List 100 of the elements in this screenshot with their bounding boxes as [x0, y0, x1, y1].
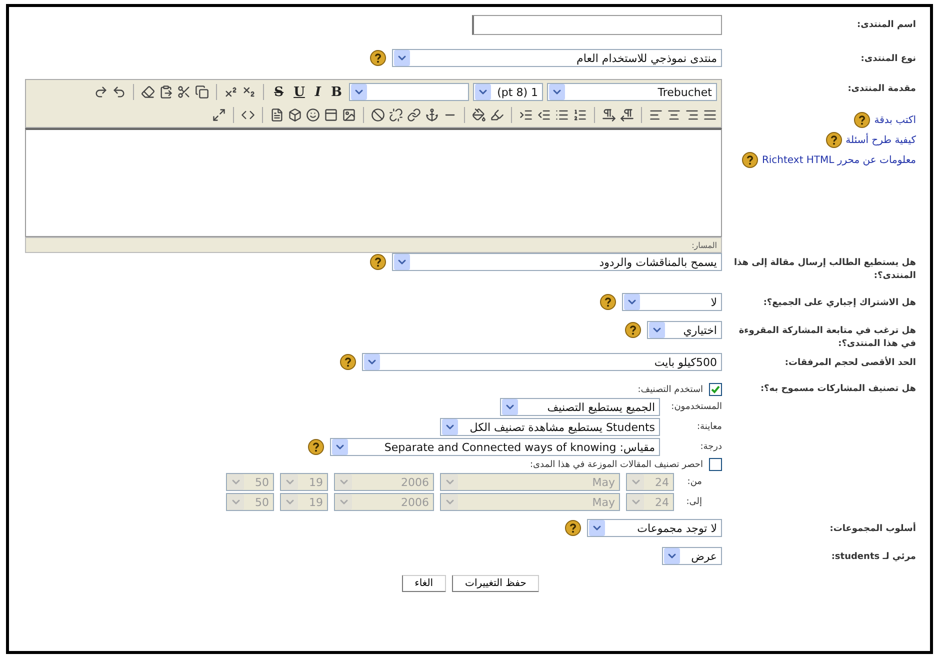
cube-icon[interactable]	[288, 108, 302, 122]
scissors-icon[interactable]	[177, 85, 192, 99]
field-label: هل تصنيف المشاركات مسموح به؟:	[759, 383, 917, 396]
caret-icon	[475, 84, 491, 100]
field-label: هل الاشتراك إجباري على الجميع؟:	[762, 297, 917, 310]
caret-icon	[628, 474, 644, 490]
form-button[interactable]: الغاء	[402, 575, 446, 592]
format-button[interactable]: S	[271, 84, 287, 100]
pilcrow-left-icon[interactable]	[620, 108, 634, 122]
caret-icon	[394, 254, 410, 270]
dropdown[interactable]: 1 (8 pt)	[473, 83, 543, 101]
format-button[interactable]: I	[312, 84, 324, 100]
input-field[interactable]	[472, 15, 722, 35]
caret-icon	[332, 439, 348, 455]
help-icon[interactable]	[826, 132, 842, 148]
help-icon[interactable]	[370, 50, 386, 66]
image-icon[interactable]	[342, 108, 356, 122]
subscript-icon[interactable]	[242, 85, 256, 99]
field-label: نوع المنتدى:	[860, 53, 917, 66]
help-icon[interactable]	[600, 294, 616, 310]
caret-icon	[442, 494, 458, 510]
caret-icon	[589, 520, 605, 536]
format-button[interactable]: B	[328, 84, 345, 100]
form-button[interactable]: حفظ التغييرات	[452, 575, 540, 592]
caret-icon	[442, 474, 458, 490]
text-editor[interactable]	[25, 128, 722, 237]
paint-bucket-icon[interactable]	[472, 108, 486, 122]
indent-icon[interactable]	[519, 108, 533, 122]
dropdown[interactable]: منتدى نموذجي للاستخدام العام	[392, 49, 722, 67]
field-label: مقدمة المنتدى:	[846, 83, 917, 96]
caret-icon	[228, 494, 244, 510]
dropdown[interactable]: 500كيلو بايت	[362, 353, 722, 371]
align-center-icon[interactable]	[667, 108, 681, 122]
dropdown[interactable]: الجميع يستطيع التصنيف	[500, 398, 660, 416]
caret-icon	[364, 354, 380, 370]
code-icon[interactable]	[241, 108, 255, 122]
window-icon[interactable]	[324, 108, 338, 122]
document-icon[interactable]	[270, 108, 284, 122]
caret-icon	[282, 494, 298, 510]
undo-icon[interactable]	[112, 85, 126, 99]
help-icon[interactable]	[625, 322, 641, 338]
dropdown[interactable]: لا	[622, 293, 722, 311]
checkbox[interactable]	[709, 458, 722, 471]
align-justify-icon[interactable]	[703, 108, 717, 122]
field-label: أسلوب المجموعات:	[828, 521, 917, 536]
checkbox[interactable]	[709, 383, 722, 396]
option-label: درجة:	[699, 442, 722, 452]
maximize-icon[interactable]	[212, 108, 226, 122]
caret-icon	[502, 399, 518, 415]
bullet-list-icon[interactable]	[555, 108, 569, 122]
redo-icon[interactable]	[94, 85, 108, 99]
caret-icon	[549, 84, 565, 100]
help-icon[interactable]	[742, 152, 758, 168]
caret-icon	[664, 548, 680, 564]
help-link[interactable]: اكتب بدقة	[874, 114, 916, 126]
caret-icon	[351, 84, 367, 100]
caret-icon	[336, 474, 352, 490]
caret-icon	[442, 419, 458, 435]
field-label: هل ترغب في متابعة المشاركة المقروءة في هذا المنتدى؟:	[738, 325, 917, 352]
date-label: إلى:	[685, 497, 702, 507]
dropdown[interactable]: لا توجد مجموعات	[587, 519, 722, 537]
help-icon[interactable]	[340, 354, 356, 370]
help-icon[interactable]	[308, 439, 324, 455]
caret-icon	[394, 50, 410, 66]
align-left-icon[interactable]	[649, 108, 663, 122]
field-label: مرئي لـ students:	[830, 551, 917, 564]
align-right-icon[interactable]	[685, 108, 699, 122]
copy-icon[interactable]	[195, 85, 210, 99]
outdent-icon[interactable]	[537, 108, 551, 122]
link-icon[interactable]	[407, 108, 421, 122]
dropdown[interactable]: Trebuchet	[547, 83, 717, 101]
caret-icon	[228, 474, 244, 490]
dropdown[interactable]: Students يستطيع مشاهدة تصنيف الكل	[440, 418, 660, 436]
help-icon[interactable]	[565, 520, 581, 536]
dropdown[interactable]: عرض	[662, 547, 722, 565]
help-icon[interactable]	[370, 254, 386, 270]
caret-icon	[628, 494, 644, 510]
eraser-icon[interactable]	[141, 85, 156, 99]
smiley-icon[interactable]	[306, 108, 320, 122]
format-button[interactable]: U	[290, 84, 308, 100]
path-label: المسار:	[692, 240, 717, 250]
help-link[interactable]: كيفية طرح أسئلة	[846, 134, 916, 146]
pilcrow-right-icon[interactable]	[602, 108, 616, 122]
paste-icon[interactable]	[159, 85, 174, 99]
no-entry-icon[interactable]	[371, 108, 385, 122]
dropdown[interactable]: مقياس: Separate and Connected ways of knowing	[330, 438, 660, 456]
caret-icon	[282, 474, 298, 490]
anchor-icon[interactable]	[425, 108, 439, 122]
caret-icon	[649, 322, 665, 338]
numbered-list-icon[interactable]	[573, 108, 587, 122]
field-label: اسم المنتدى:	[856, 19, 917, 32]
highlighter-icon[interactable]	[490, 108, 504, 122]
help-link[interactable]: معلومات عن محرر Richtext HTML	[762, 154, 916, 166]
unlink-icon[interactable]	[389, 108, 403, 122]
option-label: معاينة:	[696, 422, 722, 432]
help-icon[interactable]	[854, 112, 870, 128]
field-label: هل يستطيع الطالب إرسال مقالة إلى هذا المنتدى؟:	[732, 257, 917, 284]
superscript-icon[interactable]	[224, 85, 238, 99]
dropdown[interactable]: يسمح بالمناقشات والردود	[392, 253, 722, 271]
dropdown[interactable]: اختياري	[647, 321, 722, 339]
